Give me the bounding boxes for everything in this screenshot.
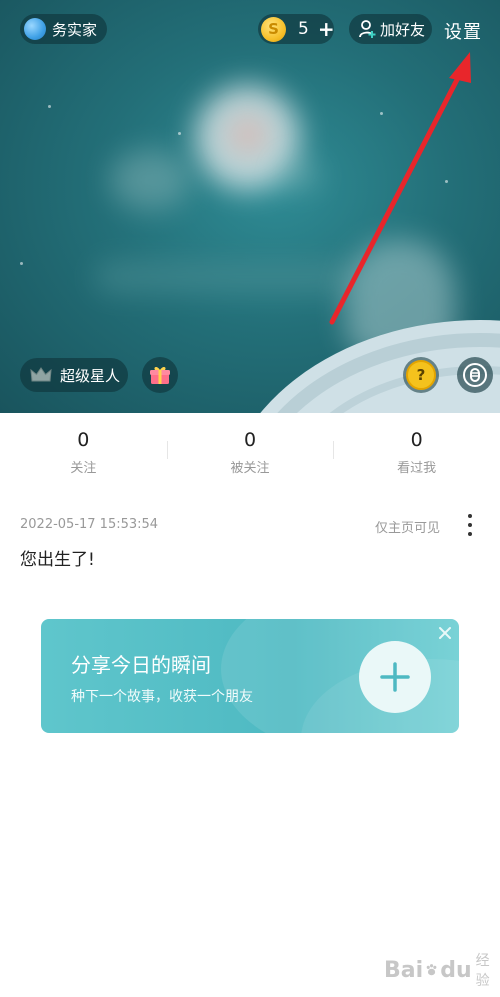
crown-icon: [30, 367, 52, 382]
planet-decoration: [260, 320, 500, 413]
close-icon[interactable]: [437, 625, 453, 641]
stat-value: 0: [410, 429, 423, 451]
star: [20, 262, 23, 265]
username-badge[interactable]: 务实家: [20, 14, 107, 44]
star: [445, 180, 448, 183]
add-friend-label: 加好友: [380, 20, 426, 39]
stats-row: 0 关注 0 被关注 0 看过我: [0, 413, 500, 483]
voice-button[interactable]: [457, 357, 493, 393]
profile-header: 务实家 S 5 + 加好友 设置 超级星人 ?: [0, 0, 500, 413]
paw-logo: [426, 964, 437, 976]
voice-icon: [463, 363, 487, 387]
stat-following[interactable]: 0 关注: [0, 413, 167, 483]
stat-visitors[interactable]: 0 看过我: [333, 413, 500, 483]
watermark-suffix: 经验: [475, 953, 490, 989]
settings-button[interactable]: 设置: [444, 18, 482, 44]
coin-count: 5: [298, 19, 309, 39]
vip-label: 超级星人: [60, 366, 121, 385]
baidu-watermark: Bai du 经验: [384, 950, 494, 990]
add-coins-icon[interactable]: +: [318, 17, 335, 41]
star: [178, 132, 181, 135]
help-button[interactable]: ?: [403, 357, 439, 393]
share-card-subtitle: 种下一个故事，收获一个朋友: [71, 689, 253, 705]
star: [48, 105, 51, 108]
share-card-title: 分享今日的瞬间: [71, 653, 211, 677]
more-vertical-icon[interactable]: [463, 514, 477, 536]
plus-icon: [380, 662, 410, 692]
coin-balance-button[interactable]: S 5 +: [258, 14, 335, 44]
stat-label: 看过我: [397, 461, 437, 476]
help-icon: ?: [406, 360, 436, 390]
add-friend-button[interactable]: 加好友: [349, 14, 432, 44]
share-moment-card[interactable]: 分享今日的瞬间 种下一个故事，收获一个朋友: [41, 619, 459, 733]
stat-value: 0: [77, 429, 90, 451]
stat-followers[interactable]: 0 被关注: [166, 413, 334, 483]
stat-label: 关注: [70, 461, 97, 476]
coin-icon: S: [261, 16, 286, 42]
watermark-brand: Bai: [384, 957, 424, 983]
stat-value: 0: [243, 429, 257, 451]
vip-badge-button[interactable]: 超级星人: [20, 358, 128, 392]
gift-icon: [150, 366, 170, 384]
watermark-brand-2: du: [440, 957, 472, 983]
post-text: 您出生了!: [20, 550, 95, 570]
username: 务实家: [52, 20, 98, 39]
gift-button[interactable]: [142, 357, 178, 393]
star: [380, 112, 383, 115]
add-moment-button[interactable]: [359, 641, 431, 713]
add-friend-icon: [359, 20, 376, 38]
stat-label: 被关注: [230, 461, 270, 476]
globe-icon: [24, 18, 46, 40]
post-visibility: 仅主页可见: [375, 521, 441, 536]
post-timestamp: 2022-05-17 15:53:54: [20, 517, 159, 532]
